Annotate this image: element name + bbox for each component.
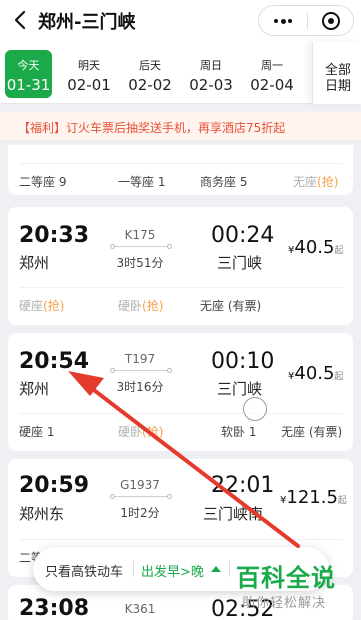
train-number: G1937 (120, 478, 160, 492)
arrival-station: 三门峡 (217, 380, 263, 398)
price-value: 40.5 (294, 237, 335, 258)
tap-indicator (243, 397, 267, 421)
travel-duration: 3时16分 (116, 380, 164, 394)
high-speed-only-filter[interactable]: 只看高铁动车 (45, 561, 123, 580)
route-line (110, 243, 172, 251)
train-number: K361 (124, 602, 156, 616)
date-value: 02-02 (128, 76, 172, 94)
date-weekday: 明天 (78, 59, 100, 72)
date-tab-02-03[interactable]: 周日 02-03 (182, 50, 240, 98)
price-suffix: 起 (334, 372, 344, 382)
seat-label: 硬座 (19, 299, 44, 313)
price-suffix: 起 (334, 246, 344, 256)
promo-banner[interactable]: 【福利】订火车票后抽奖送手机，再享酒店75折起 (0, 112, 361, 140)
departure-station: 郑州东 (19, 505, 65, 523)
date-tab-02-02[interactable]: 后天 02-02 (121, 50, 179, 98)
date-weekday: 周日 (200, 59, 222, 72)
train-number: K175 (124, 228, 156, 242)
price-suffix: 起 (337, 496, 347, 506)
departure-time: 20:33 (19, 223, 90, 248)
date-weekday: 今天 (17, 59, 40, 72)
train-number: T197 (124, 352, 156, 366)
more-options-icon[interactable] (274, 18, 292, 24)
grab-tag: (抢) (317, 175, 339, 189)
filter-divider (229, 561, 230, 577)
train-card-partial[interactable]: 二等座 9 一等座 1 商务座 5 无座(抢) (8, 145, 353, 195)
date-selector-bar: 今天 01-31 明天 02-01 后天 02-02 周日 02-03 周一 0… (0, 42, 361, 104)
card-divider (19, 539, 342, 540)
departure-time: 20:59 (19, 473, 90, 498)
seat-label: 硬卧 (118, 299, 143, 313)
travel-duration: 1时2分 (120, 506, 160, 520)
ticket-price: ¥40.5起 (288, 237, 343, 258)
arrival-time: 00:24 (211, 223, 275, 248)
arrival-station: 三门峡南 (203, 505, 264, 523)
arrival-station: 三门峡 (217, 254, 263, 272)
grab-tag: (抢) (142, 425, 164, 439)
watermark-title: 百科全说 (236, 564, 336, 592)
all-dates-label-2: 日期 (325, 79, 352, 94)
date-tab-today[interactable]: 今天 01-31 (5, 50, 52, 98)
train-card-t197[interactable]: 20:54 郑州 T197 3时16分 00:10 三门峡 ¥40.5起 硬座 … (8, 333, 353, 451)
grab-tag: (抢) (43, 299, 65, 313)
arrival-time: 22:01 (211, 473, 275, 498)
grab-tag: (抢) (142, 299, 164, 313)
date-weekday: 后天 (139, 59, 161, 72)
ticket-price: ¥121.5起 (280, 487, 347, 508)
seat-business-class: 商务座 5 (200, 175, 248, 189)
seat-first-class: 一等座 1 (118, 175, 166, 189)
date-value: 02-01 (67, 76, 111, 94)
card-divider (19, 287, 342, 288)
date-tab-02-04[interactable]: 周一 02-04 (243, 50, 301, 98)
caret-up-icon (211, 566, 221, 572)
seat-soft-sleeper: 软卧 1 (221, 425, 257, 439)
seat-standing: 无座 (有票) (200, 299, 262, 313)
route-line (110, 493, 172, 501)
price-value: 121.5 (286, 487, 338, 508)
date-tab-02-01[interactable]: 明天 02-01 (60, 50, 118, 98)
travel-duration: 3时51分 (116, 256, 164, 270)
capsule-divider (307, 13, 308, 29)
seat-hard-sleeper: 硬卧(抢) (118, 423, 163, 440)
date-value: 02-03 (189, 76, 233, 94)
all-dates-button[interactable]: 全部 日期 (312, 42, 361, 104)
page-title: 郑州-三门峡 (38, 12, 136, 33)
date-value: 01-31 (6, 76, 51, 94)
departure-station: 郑州 (19, 380, 50, 398)
seat-standing: 无座(抢) (293, 173, 338, 190)
sort-departure-early-late[interactable]: 出发早>晚 (141, 561, 204, 580)
seat-hard-seat: 硬座(抢) (19, 297, 64, 314)
train-card-k175[interactable]: 20:33 郑州 K175 3时51分 00:24 三门峡 ¥40.5起 硬座(… (8, 207, 353, 325)
date-weekday: 周一 (261, 59, 283, 72)
filter-divider (133, 561, 134, 577)
departure-time: 23:08 (19, 596, 90, 620)
back-arrow-icon[interactable] (10, 9, 32, 31)
price-value: 40.5 (294, 363, 335, 384)
seat-label: 无座 (293, 175, 318, 189)
departure-station: 郑州 (19, 254, 50, 272)
seat-standing: 无座 (有票) (281, 425, 343, 439)
arrival-time: 00:10 (211, 349, 275, 374)
top-bar: 郑州-三门峡 (0, 0, 361, 42)
card-divider (19, 163, 342, 164)
departure-time: 20:54 (19, 349, 90, 374)
close-mini-program-icon[interactable] (322, 12, 340, 30)
card-divider (19, 413, 342, 414)
route-line (110, 367, 172, 375)
mini-program-capsule (258, 5, 354, 36)
seat-hard-sleeper: 硬卧(抢) (118, 297, 163, 314)
date-value: 02-04 (250, 76, 294, 94)
seat-label: 硬卧 (118, 425, 143, 439)
seat-hard-seat: 硬座 1 (19, 425, 55, 439)
watermark-subtitle: 助你轻松解决 (242, 596, 327, 611)
seat-second-class: 二等座 9 (19, 175, 67, 189)
ticket-price: ¥40.5起 (288, 363, 343, 384)
